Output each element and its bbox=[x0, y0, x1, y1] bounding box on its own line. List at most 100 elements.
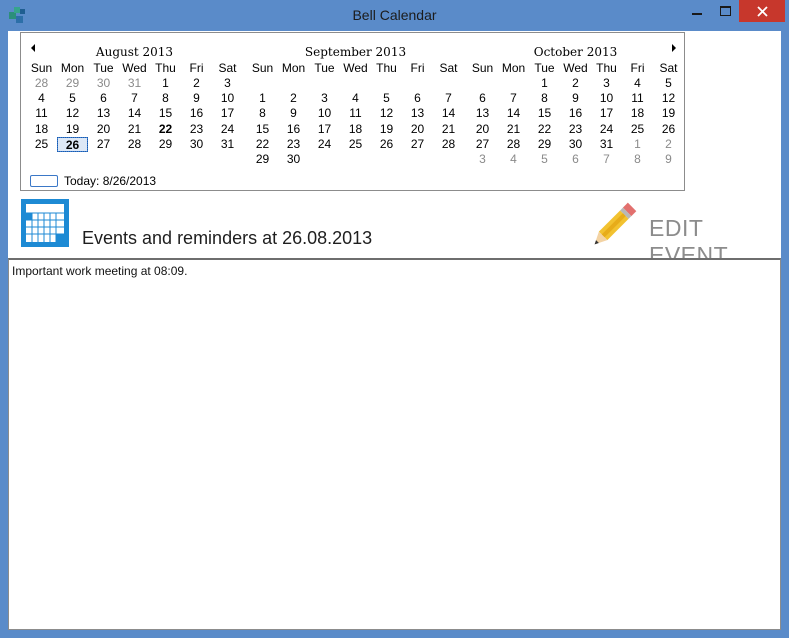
day-cell[interactable]: 21 bbox=[498, 122, 529, 137]
day-cell[interactable]: 7 bbox=[433, 91, 464, 106]
day-cell[interactable]: 28 bbox=[433, 137, 464, 152]
day-cell[interactable]: 11 bbox=[340, 106, 371, 121]
day-cell[interactable]: 25 bbox=[26, 137, 57, 152]
day-cell[interactable]: 11 bbox=[622, 91, 653, 106]
day-cell[interactable]: 18 bbox=[26, 122, 57, 137]
day-cell[interactable]: 14 bbox=[498, 106, 529, 121]
day-cell[interactable]: 23 bbox=[181, 122, 212, 137]
day-cell[interactable]: 13 bbox=[402, 106, 433, 121]
day-cell[interactable]: 2 bbox=[653, 137, 684, 152]
day-cell[interactable]: 19 bbox=[57, 122, 88, 137]
day-cell[interactable]: 2 bbox=[181, 76, 212, 91]
day-cell[interactable]: 4 bbox=[622, 76, 653, 91]
day-cell[interactable]: 27 bbox=[467, 137, 498, 152]
day-cell[interactable]: 25 bbox=[622, 122, 653, 137]
day-cell[interactable]: 18 bbox=[622, 106, 653, 121]
day-cell[interactable]: 7 bbox=[591, 152, 622, 167]
day-cell[interactable]: 29 bbox=[529, 137, 560, 152]
day-cell[interactable]: 18 bbox=[340, 122, 371, 137]
day-cell[interactable]: 10 bbox=[212, 91, 243, 106]
day-cell[interactable]: 30 bbox=[181, 137, 212, 152]
day-cell[interactable]: 24 bbox=[212, 122, 243, 137]
day-cell[interactable]: 12 bbox=[653, 91, 684, 106]
day-cell[interactable]: 27 bbox=[402, 137, 433, 152]
pencil-icon[interactable] bbox=[588, 201, 638, 251]
day-cell[interactable]: 14 bbox=[119, 106, 150, 121]
day-cell[interactable]: 1 bbox=[150, 76, 181, 91]
maximize-button[interactable] bbox=[711, 0, 739, 22]
day-cell[interactable]: 17 bbox=[591, 106, 622, 121]
day-cell[interactable]: 9 bbox=[181, 91, 212, 106]
day-cell[interactable]: 19 bbox=[371, 122, 402, 137]
day-cell[interactable]: 16 bbox=[560, 106, 591, 121]
day-cell[interactable]: 28 bbox=[26, 76, 57, 91]
day-cell[interactable]: 31 bbox=[119, 76, 150, 91]
day-cell[interactable]: 23 bbox=[278, 137, 309, 152]
day-cell[interactable]: 22 bbox=[150, 122, 181, 137]
day-cell[interactable]: 20 bbox=[467, 122, 498, 137]
events-textbox[interactable]: Important work meeting at 08:09. bbox=[8, 258, 781, 630]
day-cell[interactable]: 13 bbox=[88, 106, 119, 121]
day-cell[interactable]: 23 bbox=[560, 122, 591, 137]
day-cell[interactable]: 22 bbox=[529, 122, 560, 137]
day-cell[interactable]: 27 bbox=[88, 137, 119, 152]
day-cell[interactable]: 15 bbox=[150, 106, 181, 121]
close-button[interactable] bbox=[739, 0, 785, 22]
day-cell[interactable]: 29 bbox=[247, 152, 278, 167]
day-cell[interactable]: 9 bbox=[653, 152, 684, 167]
day-cell[interactable]: 5 bbox=[529, 152, 560, 167]
day-cell[interactable]: 21 bbox=[433, 122, 464, 137]
day-cell[interactable]: 5 bbox=[371, 91, 402, 106]
day-cell[interactable]: 15 bbox=[529, 106, 560, 121]
day-cell[interactable]: 17 bbox=[309, 122, 340, 137]
day-cell[interactable]: 22 bbox=[247, 137, 278, 152]
day-cell[interactable]: 2 bbox=[278, 91, 309, 106]
day-cell[interactable]: 12 bbox=[57, 106, 88, 121]
day-cell[interactable]: 3 bbox=[591, 76, 622, 91]
day-cell[interactable]: 17 bbox=[212, 106, 243, 121]
day-cell[interactable]: 20 bbox=[402, 122, 433, 137]
day-cell[interactable]: 30 bbox=[560, 137, 591, 152]
day-cell[interactable]: 3 bbox=[212, 76, 243, 91]
day-cell[interactable]: 8 bbox=[150, 91, 181, 106]
day-cell[interactable]: 9 bbox=[278, 106, 309, 121]
day-cell[interactable]: 8 bbox=[622, 152, 653, 167]
day-cell[interactable]: 26 bbox=[371, 137, 402, 152]
day-cell[interactable]: 10 bbox=[309, 106, 340, 121]
day-cell[interactable]: 8 bbox=[529, 91, 560, 106]
title-bar[interactable]: Bell Calendar bbox=[0, 0, 789, 31]
day-cell[interactable]: 11 bbox=[26, 106, 57, 121]
day-cell[interactable]: 9 bbox=[560, 91, 591, 106]
month-title[interactable]: October 2013 bbox=[467, 44, 684, 60]
day-cell[interactable]: 12 bbox=[371, 106, 402, 121]
day-cell[interactable]: 6 bbox=[467, 91, 498, 106]
month-calendar[interactable]: August 2013 Sun Mon Tue Wed Thu Fri Sat 28 29 30 31… bbox=[20, 32, 685, 191]
day-cell[interactable]: 29 bbox=[57, 76, 88, 91]
day-cell[interactable]: 7 bbox=[498, 91, 529, 106]
day-cell[interactable]: 31 bbox=[591, 137, 622, 152]
day-cell[interactable]: 29 bbox=[150, 137, 181, 152]
day-cell[interactable]: 3 bbox=[467, 152, 498, 167]
day-cell[interactable]: 6 bbox=[88, 91, 119, 106]
day-cell[interactable]: 21 bbox=[119, 122, 150, 137]
minimize-button[interactable] bbox=[683, 0, 711, 22]
day-cell[interactable]: 14 bbox=[433, 106, 464, 121]
day-cell[interactable]: 28 bbox=[498, 137, 529, 152]
day-cell[interactable]: 19 bbox=[653, 106, 684, 121]
day-cell[interactable]: 4 bbox=[340, 91, 371, 106]
day-cell[interactable]: 20 bbox=[88, 122, 119, 137]
day-cell[interactable]: 1 bbox=[529, 76, 560, 91]
month-title[interactable]: September 2013 bbox=[247, 44, 464, 60]
day-cell[interactable]: 5 bbox=[653, 76, 684, 91]
day-cell[interactable]: 28 bbox=[119, 137, 150, 152]
day-cell[interactable]: 5 bbox=[57, 91, 88, 106]
day-cell[interactable]: 6 bbox=[560, 152, 591, 167]
day-cell[interactable]: 1 bbox=[247, 91, 278, 106]
day-cell[interactable]: 16 bbox=[278, 122, 309, 137]
day-cell[interactable]: 7 bbox=[119, 91, 150, 106]
day-cell[interactable]: 26 bbox=[653, 122, 684, 137]
day-cell[interactable]: 25 bbox=[340, 137, 371, 152]
day-cell[interactable]: 4 bbox=[26, 91, 57, 106]
day-cell[interactable]: 16 bbox=[181, 106, 212, 121]
day-cell[interactable]: 1 bbox=[622, 137, 653, 152]
